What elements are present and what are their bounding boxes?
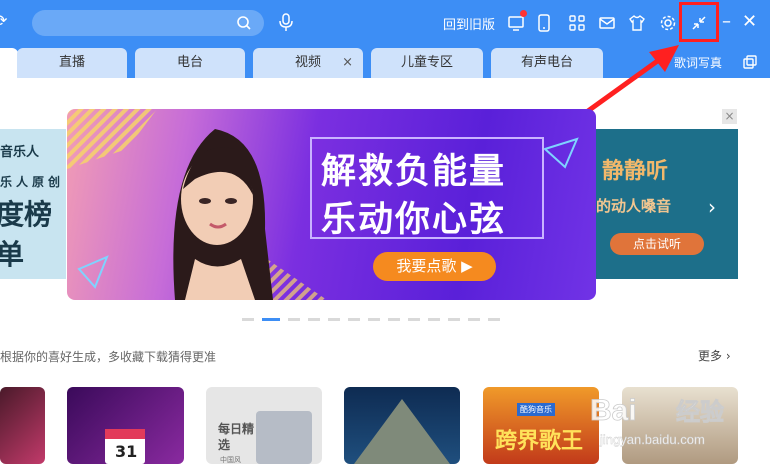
carousel-dot[interactable]: [428, 318, 440, 321]
skin-icon[interactable]: [628, 14, 646, 32]
carousel-dot[interactable]: [288, 318, 300, 321]
tab-label: 电台: [176, 55, 203, 70]
request-song-label: 我要点歌: [396, 257, 457, 275]
notification-dot: [520, 10, 527, 17]
tab-video[interactable]: 视频 ×: [253, 48, 363, 78]
lyric-photo-button[interactable]: 歌词写真: [674, 54, 722, 71]
carousel-next-icon[interactable]: ›: [708, 195, 716, 219]
svg-text:经验: 经验: [676, 398, 724, 426]
refresh-icon[interactable]: ⟳: [0, 11, 7, 30]
search-icon[interactable]: [236, 15, 252, 31]
playlist-card[interactable]: [0, 387, 45, 464]
baidu-watermark-logo: Bai 经验 jingyan.baidu.com: [590, 394, 724, 448]
singer-photo: [173, 129, 273, 300]
mountain-image: [354, 399, 450, 464]
phone-icon[interactable]: [535, 14, 553, 32]
search-box[interactable]: [32, 10, 264, 36]
close-icon[interactable]: ✕: [742, 12, 757, 32]
left-card-line2: 乐人原创: [0, 175, 65, 189]
more-link[interactable]: 更多 ›: [698, 347, 731, 364]
carousel-dot[interactable]: [368, 318, 380, 321]
old-version-link[interactable]: 回到旧版: [443, 14, 495, 33]
right-card-line2: 的动人嗓音: [596, 197, 672, 215]
calendar-date: 31: [115, 442, 138, 461]
tab-live[interactable]: 直播: [17, 48, 127, 78]
svg-text:Bai: Bai: [590, 394, 637, 427]
copy-icon[interactable]: [742, 54, 758, 70]
left-card-line3: 度榜单: [0, 198, 53, 271]
daily-picks-title: 每日精选: [218, 422, 255, 452]
card-title: 跨界歌王: [495, 429, 584, 454]
tab-label: 视频: [294, 55, 321, 70]
daily-picks-subtitle: 中国风: [220, 456, 241, 464]
carousel-dot[interactable]: [448, 318, 460, 321]
playlist-card[interactable]: 31: [67, 387, 184, 464]
carousel-dot[interactable]: [242, 318, 254, 321]
playlist-card[interactable]: 酷狗音乐 跨界歌王: [483, 387, 599, 464]
tab-label: 有声电台: [520, 55, 573, 70]
apps-icon[interactable]: [568, 14, 586, 32]
tab-radio[interactable]: 电台: [135, 48, 245, 78]
banner-title-line2: 乐动你心弦: [321, 200, 507, 240]
playlist-card[interactable]: [344, 387, 460, 464]
carousel-dot[interactable]: [328, 318, 340, 321]
listen-button[interactable]: 点击试听: [610, 233, 704, 255]
playlist-card[interactable]: 每日精选 中国风: [206, 387, 322, 464]
carousel-dot[interactable]: [468, 318, 480, 321]
tab-label: 直播: [58, 55, 85, 70]
carousel-main-banner[interactable]: 解救负能量 乐动你心弦 我要点歌 ▶: [67, 109, 596, 300]
tab-close-icon[interactable]: ×: [342, 48, 353, 78]
card-badge: 酷狗音乐: [517, 403, 555, 416]
carousel-dot[interactable]: [388, 318, 400, 321]
svg-text:jingyan.baidu.com: jingyan.baidu.com: [599, 432, 705, 447]
mail-icon[interactable]: [598, 14, 616, 32]
carousel-dot[interactable]: [348, 318, 360, 321]
tab-bar: 直播 电台 视频 × 儿童专区 有声电台: [0, 48, 770, 78]
carousel-dot[interactable]: [262, 318, 280, 321]
close-ad-icon[interactable]: ×: [722, 109, 737, 124]
tab-label: 儿童专区: [400, 55, 453, 70]
tab-active[interactable]: [0, 48, 18, 78]
carousel-dot[interactable]: [408, 318, 420, 321]
tab-kids[interactable]: 儿童专区: [371, 48, 483, 78]
carousel-right-card[interactable]: 静静听 的动人嗓音 点击试听 ›: [596, 129, 738, 279]
search-input[interactable]: [44, 14, 238, 34]
carousel-dot[interactable]: [488, 318, 500, 321]
carousel-dot[interactable]: [308, 318, 320, 321]
right-card-line1: 静静听: [602, 159, 669, 184]
left-card-line1: 音乐人: [0, 145, 40, 160]
tab-audiobook[interactable]: 有声电台: [491, 48, 603, 78]
voice-icon[interactable]: [277, 12, 295, 32]
banner-title-line1: 解救负能量: [321, 152, 507, 192]
minimize-icon[interactable]: –: [722, 12, 731, 32]
request-song-button[interactable]: 我要点歌 ▶: [373, 252, 496, 281]
highlight-box: [679, 2, 719, 42]
carousel-left-card[interactable]: 音乐人 乐人原创 度榜单: [0, 129, 66, 279]
cover-photo: [256, 411, 312, 464]
recommend-description: 根据你的喜好生成，多收藏下载猜得更准: [0, 350, 217, 364]
settings-icon[interactable]: [659, 14, 677, 32]
